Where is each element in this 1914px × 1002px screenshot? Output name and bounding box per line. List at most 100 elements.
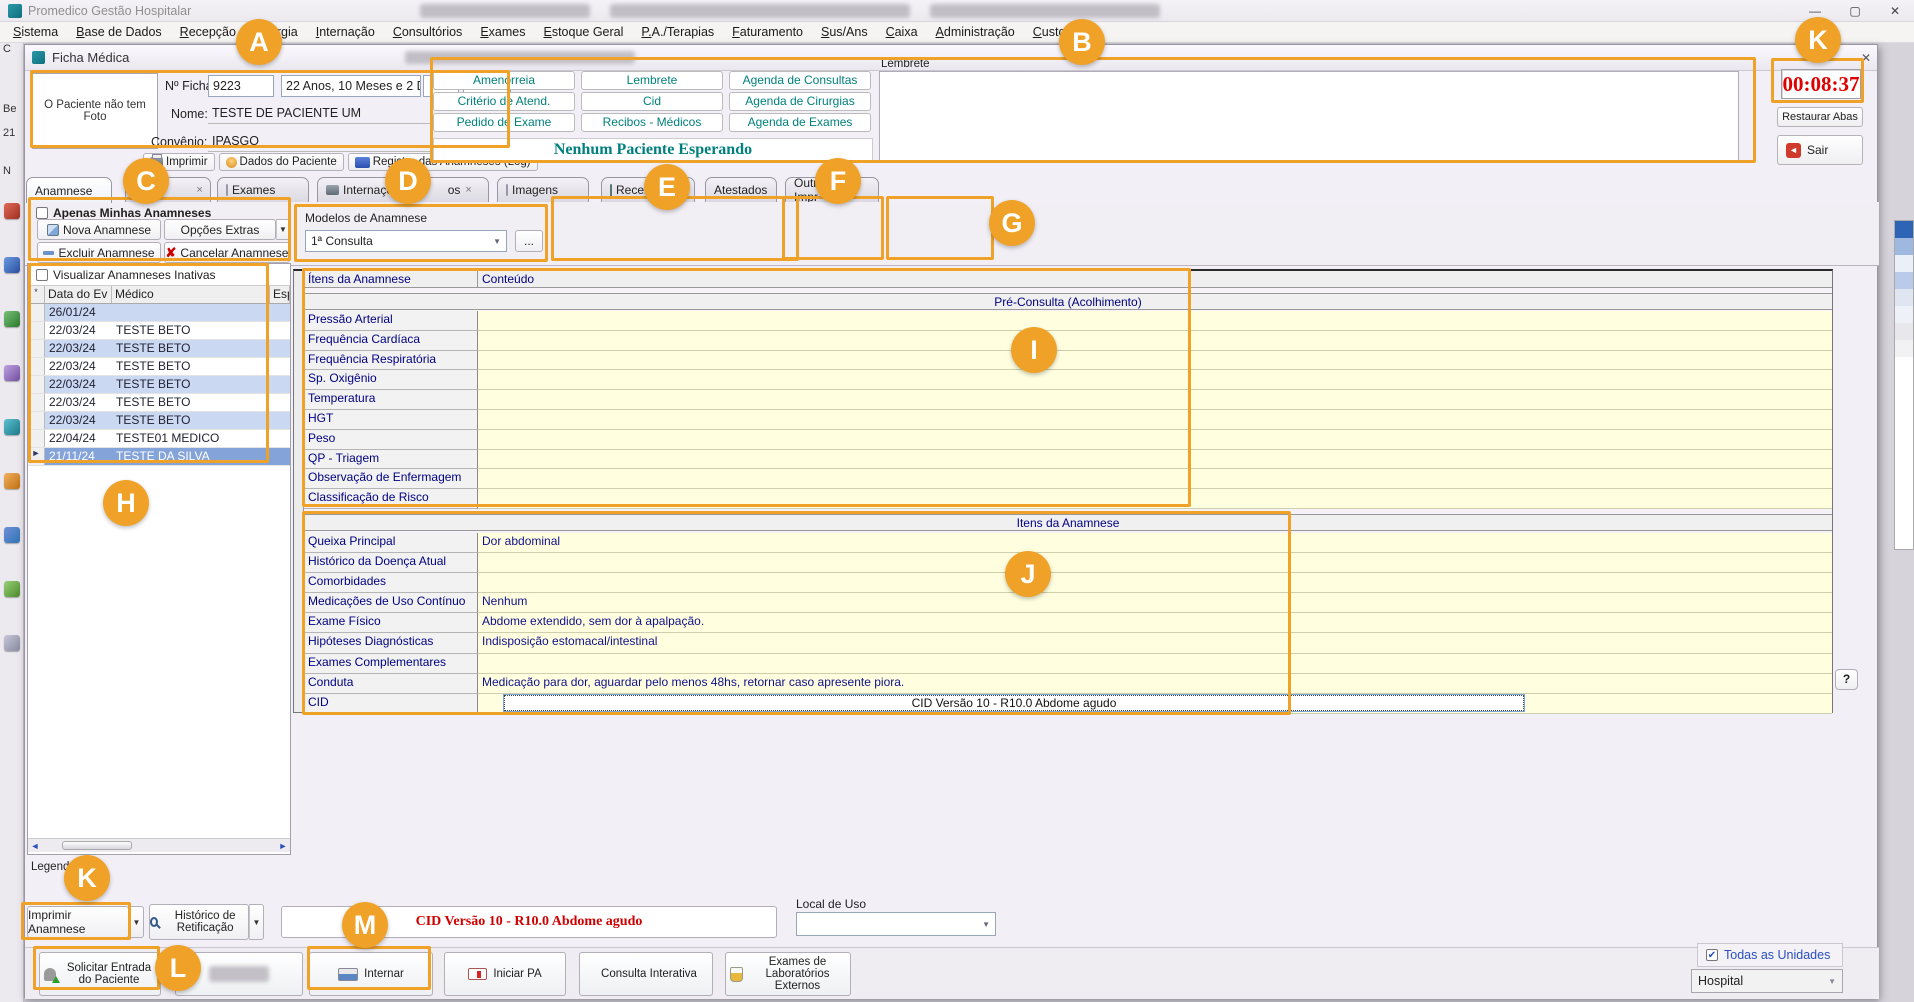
background-icon[interactable] [4,635,20,651]
grid-row-value[interactable]: Indisposição estomacal/intestinal [478,633,1832,653]
menu-item[interactable]: Administração [927,25,1024,39]
opcoes-extras-button[interactable]: Opções Extras [164,219,276,240]
visualizar-inativas-checkbox[interactable] [36,269,48,281]
grid-row[interactable]: Queixa Principal Dor abdominal [304,533,1832,553]
quick-button[interactable]: Pedido de Exame [433,113,575,132]
menu-item[interactable]: Base de Dados [67,25,170,39]
tab[interactable]: Receitas [601,177,695,202]
grid-row[interactable]: Exame Físico Abdome extendido, sem dor à… [304,613,1832,633]
menu-item[interactable]: Sistema [4,25,67,39]
bottom-bar-button[interactable]: Solicitar Entrada do Paciente [39,952,161,996]
bottom-bar-button[interactable]: Exames de Laboratórios Externos [725,952,851,996]
grid-row[interactable]: Pressão Arterial [304,311,1832,331]
grid-row[interactable]: Hipóteses Diagnósticas Indisposição esto… [304,633,1832,653]
grid-row-value[interactable] [478,450,1832,470]
quick-button[interactable]: Recibos - Médicos [581,113,723,132]
tab[interactable]: Imagens × [497,177,589,202]
bottom-bar-button[interactable]: Iniciar PA [444,952,566,996]
excluir-anamnese-button[interactable]: Excluir Anamnese [37,242,161,263]
grid-row[interactable]: Temperatura [304,390,1832,410]
grid-row[interactable]: Frequência Respiratória [304,351,1832,371]
quick-button[interactable]: Agenda de Consultas [729,71,871,90]
grid-row-value[interactable] [478,430,1832,450]
grid-row[interactable]: Exames Complementares [304,654,1832,674]
anamnese-list-row[interactable]: 22/03/24 TESTE BETO [28,358,290,376]
menu-item[interactable]: Internação [307,25,384,39]
restaurar-abas-button[interactable]: Restaurar Abas [1777,107,1863,127]
bottom-bar-button[interactable] [175,952,303,996]
bottom-bar-button[interactable]: Consulta Interativa [579,952,713,996]
tab-close-icon[interactable]: × [196,184,202,196]
tab[interactable]: Atestados [705,177,777,202]
menu-item[interactable]: Faturamento [723,25,812,39]
grid-row-value[interactable]: Nenhum [478,593,1832,613]
menu-item[interactable]: Custo [1024,25,1075,39]
menu-item[interactable]: Cirurgia [245,25,307,39]
grid-row-value[interactable] [478,553,1832,573]
modelos-more-button[interactable]: ... [515,230,543,252]
window-close-button[interactable]: ✕ [1875,0,1914,22]
ficha-minimize-button[interactable]: — [1771,52,1793,66]
grid-row-value[interactable] [478,370,1832,390]
column-header-medico[interactable]: Médico [112,286,270,303]
grid-row[interactable]: CID CID Versão 10 - R10.0 Abdome agudo [304,694,1832,714]
column-header-conteudo[interactable]: Conteúdo [478,271,1832,287]
grid-row[interactable]: Frequência Cardíaca [304,331,1832,351]
grid-row[interactable]: QP - Triagem [304,450,1832,470]
unidade-dropdown[interactable]: Hospital ▼ [1691,969,1843,993]
patient-toolbar-button[interactable]: Dados do Paciente [219,153,344,171]
quick-button[interactable]: Cid [581,92,723,111]
grid-row-value[interactable] [478,351,1832,371]
anamnese-list-row[interactable]: 22/03/24 TESTE BETO [28,340,290,358]
tab[interactable]: Internações os × [317,177,489,202]
menu-item[interactable]: Exames [471,25,534,39]
grid-row[interactable]: Sp. Oxigênio [304,370,1832,390]
horizontal-scrollbar[interactable]: ◄ ► [28,838,290,852]
local-de-uso-dropdown[interactable]: ▼ [796,912,996,936]
anamnese-list-row[interactable]: 22/03/24 TESTE BETO [28,412,290,430]
background-icon[interactable] [4,527,20,543]
scroll-left-icon[interactable]: ◄ [28,841,42,851]
grid-row-value[interactable] [478,469,1832,489]
anamnese-list-row[interactable]: 26/01/24 [28,304,290,322]
background-icon[interactable] [4,365,20,381]
menu-item[interactable]: BI [1074,25,1104,39]
menu-item[interactable]: Sus/Ans [812,25,877,39]
modelos-dropdown[interactable]: 1ª Consulta ▼ [305,230,507,252]
apenas-minhas-checkbox[interactable] [36,207,48,219]
opcoes-extras-dropdown-icon[interactable]: ▼ [276,219,290,240]
grid-row[interactable]: Comorbidades [304,573,1832,593]
tab[interactable]: Co × [125,177,211,202]
anamnese-list-row[interactable]: 22/03/24 TESTE BETO [28,376,290,394]
grid-row-value[interactable]: Abdome extendido, sem dor à apalpação. [478,613,1832,633]
background-icon[interactable] [4,581,20,597]
grid-row[interactable]: Conduta Medicação para dor, aguardar pel… [304,674,1832,694]
anamnese-list-row[interactable]: 22/03/24 TESTE BETO [28,322,290,340]
lembrete-panel[interactable] [879,71,1739,163]
help-button[interactable]: ? [1835,669,1858,690]
menu-item[interactable]: Consultórios [384,25,471,39]
quick-button[interactable]: Agenda de Exames [729,113,871,132]
grid-row-value[interactable]: Dor abdominal [478,533,1832,553]
ficha-close-button[interactable]: ✕ [1855,52,1877,66]
menu-item[interactable]: Estoque Geral [534,25,632,39]
column-header-data[interactable]: Data do Ev [45,286,112,303]
column-header-itens[interactable]: Ítens da Anamnese [304,271,478,287]
historico-retificacao-button[interactable]: Histórico de Retificação [149,904,249,940]
grid-row-value[interactable]: CID Versão 10 - R10.0 Abdome agudo [478,694,1832,714]
ficha-number-field[interactable]: 9223 [208,75,274,97]
grid-row-value[interactable] [478,390,1832,410]
grid-row-value[interactable]: Medicação para dor, aguardar pelo menos … [478,674,1832,694]
grid-row[interactable]: HGT [304,410,1832,430]
grid-row[interactable]: Medicações de Uso Contínuo Nenhum [304,593,1832,613]
imprimir-anamnese-button[interactable]: Imprimir Anamnese [27,906,129,938]
menu-item[interactable]: Recepção [171,25,245,39]
background-icon[interactable] [4,473,20,489]
quick-button[interactable]: Critério de Atend. [433,92,575,111]
anamnese-list-row[interactable]: 22/03/24 TESTE BETO [28,394,290,412]
window-minimize-button[interactable]: — [1795,0,1835,22]
quick-button[interactable]: Lembrete [581,71,723,90]
menu-item[interactable]: Caixa [877,25,927,39]
tab-close-icon[interactable]: × [465,184,471,196]
background-icon[interactable] [4,419,20,435]
